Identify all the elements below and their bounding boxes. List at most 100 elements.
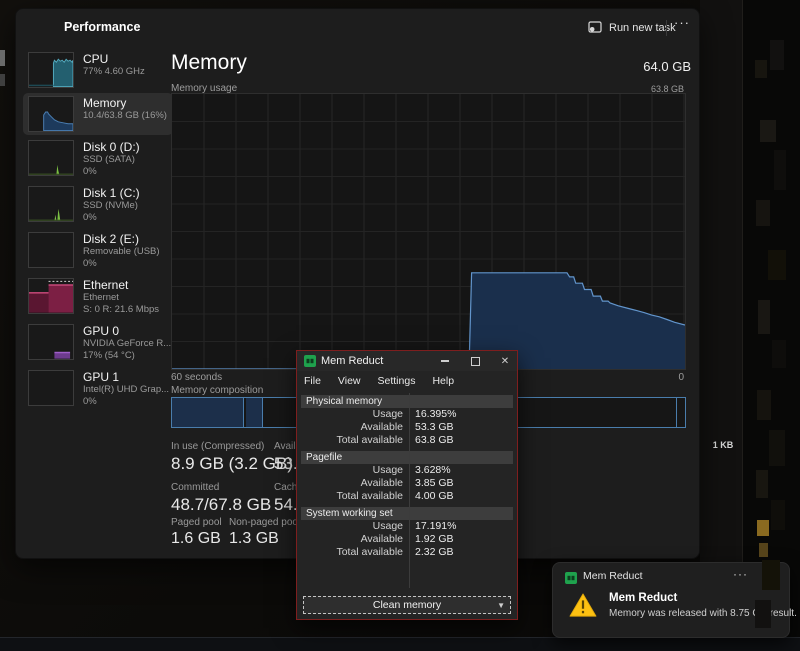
column-divider [409,393,410,588]
sidebar-item-detail: 10.4/63.8 GB (16%) [83,110,167,122]
sidebar-item-text: Disk 2 (E:)Removable (USB)0% [83,232,160,270]
memory-usage-graph [171,93,686,370]
memory-page-title: Memory [171,51,247,75]
more-options-icon[interactable]: ··· [674,15,690,30]
stat-row-value: 17.191% [403,520,456,533]
stat-row: Total available63.8 GB [297,434,517,447]
desktop-noise-block [759,543,768,557]
stat-row-value: 4.00 GB [403,490,454,503]
stat-label-paged-pool: Paged pool [171,517,222,528]
sidebar-item-name: Memory [83,96,167,110]
sidebar-item-gpu1[interactable]: GPU 1Intel(R) UHD Grap...0% [23,367,173,411]
sidebar-item-detail: 0% [83,396,169,408]
composition-segment-modified [246,398,263,427]
sidebar-item-disk2[interactable]: Disk 2 (E:)Removable (USB)0% [23,229,173,273]
warning-icon [569,593,597,618]
section-header: System working set [301,507,513,520]
notification-app-name: Mem Reduct [583,570,643,582]
stat-row: Usage16.395% [297,408,517,421]
sidebar-item-text: EthernetEthernetS: 0 R: 21.6 Mbps [83,278,159,316]
sidebar-item-detail: Ethernet [83,292,159,304]
mem-reduct-menubar: File View Settings Help [297,371,517,391]
desktop-noise-block [768,250,786,280]
notification-more-icon[interactable]: ··· [733,567,748,581]
page-title: Performance [64,20,140,34]
desktop-noise-block [756,200,770,226]
sidebar-item-detail: S: 0 R: 21.6 Mbps [83,304,159,316]
stat-row: Available53.3 GB [297,421,517,434]
sidebar-item-text: Disk 0 (D:)SSD (SATA)0% [83,140,140,178]
gpu0-mini-graph-icon [28,324,74,360]
graph-time-scale-label: 60 seconds [171,372,222,383]
stat-row-label: Total available [297,546,403,559]
sidebar-item-cpu[interactable]: CPU77% 4.60 GHz [23,49,173,91]
stat-row: Usage17.191% [297,520,517,533]
mem-reduct-stats: Physical memoryUsage16.395%Available53.3… [297,391,517,591]
desktop-noise-block [758,300,770,334]
sidebar-item-text: GPU 0NVIDIA GeForce R...17% (54 °C) [83,324,171,362]
desktop-noise-block [771,500,785,530]
desktop-noise-block [760,120,776,142]
desktop-noise-block [762,560,780,590]
maximize-button[interactable] [465,351,485,371]
memory-mini-graph-icon [28,96,74,132]
sidebar-item-memory[interactable]: Memory10.4/63.8 GB (16%) [23,93,173,135]
sidebar-item-ethernet[interactable]: EthernetEthernetS: 0 R: 21.6 Mbps [23,275,173,319]
clean-memory-dropdown-icon[interactable]: ▼ [497,601,505,610]
stat-row: Available1.92 GB [297,533,517,546]
disk2-mini-graph-icon [28,232,74,268]
run-new-task-button[interactable]: Run new task [588,18,676,38]
sidebar-item-text: Disk 1 (C:)SSD (NVMe)0% [83,186,140,224]
mem-reduct-app-icon [304,355,316,367]
stat-value-committed: 48.7/67.8 GB [171,495,271,515]
sidebar-item-detail: SSD (NVMe) [83,200,140,212]
run-new-task-icon [588,21,602,36]
menu-item-view[interactable]: View [338,375,361,387]
desktop-noise-block [774,150,786,190]
stat-row: Available3.85 GB [297,477,517,490]
desktop-noise-block [757,520,769,536]
desktop-noise-block [757,390,771,420]
stat-row-value: 1.92 GB [403,533,454,546]
composition-divider [676,398,677,427]
minimize-button[interactable] [435,351,455,371]
stat-row-label: Usage [297,464,403,477]
stat-value-paged-pool: 1.6 GB [171,530,221,548]
toolbar-divider [666,20,667,36]
sidebar-item-name: Disk 0 (D:) [83,140,140,154]
sidebar-item-text: GPU 1Intel(R) UHD Grap...0% [83,370,169,408]
memory-composition-label: Memory composition [171,385,263,396]
background-scale-label: 1 KB [706,440,740,450]
close-button[interactable]: ✕ [495,351,515,371]
stat-label-committed: Committed [171,482,219,493]
sidebar-item-disk0[interactable]: Disk 0 (D:)SSD (SATA)0% [23,137,173,181]
sidebar-item-gpu0[interactable]: GPU 0NVIDIA GeForce R...17% (54 °C) [23,321,173,365]
clean-memory-button[interactable]: Clean memory ▼ [303,596,511,614]
stat-row: Total available4.00 GB [297,490,517,503]
stat-row: Total available2.32 GB [297,546,517,559]
stat-row-label: Usage [297,408,403,421]
desktop-noise-block [756,470,768,498]
sidebar-item-name: Ethernet [83,278,159,292]
notification-title: Mem Reduct [609,592,677,604]
stat-row-value: 16.395% [403,408,456,421]
composition-segment-in-use [172,398,244,427]
sidebar-item-detail: SSD (SATA) [83,154,140,166]
memory-total-value: 64.0 GB [491,59,691,74]
sidebar-item-detail: 17% (54 °C) [83,350,171,362]
mem-reduct-titlebar[interactable]: Mem Reduct ✕ [297,351,517,371]
desktop-noise-block [770,40,784,70]
ethernet-mini-graph-icon [28,278,74,314]
stat-row-value: 2.32 GB [403,546,454,559]
sidebar-list: CPU77% 4.60 GHz Memory10.4/63.8 GB (16%)… [23,49,173,411]
sidebar-item-disk1[interactable]: Disk 1 (C:)SSD (NVMe)0% [23,183,173,227]
sidebar-item-text: Memory10.4/63.8 GB (16%) [83,96,167,122]
menu-item-settings[interactable]: Settings [378,375,416,387]
section-header: Pagefile [301,451,513,464]
sidebar-item-detail: 77% 4.60 GHz [83,66,145,78]
desktop-noise-block [0,74,5,86]
clean-memory-label: Clean memory [373,599,441,611]
sidebar-item-detail: Removable (USB) [83,246,160,258]
menu-item-help[interactable]: Help [432,375,454,387]
menu-item-file[interactable]: File [304,375,321,387]
